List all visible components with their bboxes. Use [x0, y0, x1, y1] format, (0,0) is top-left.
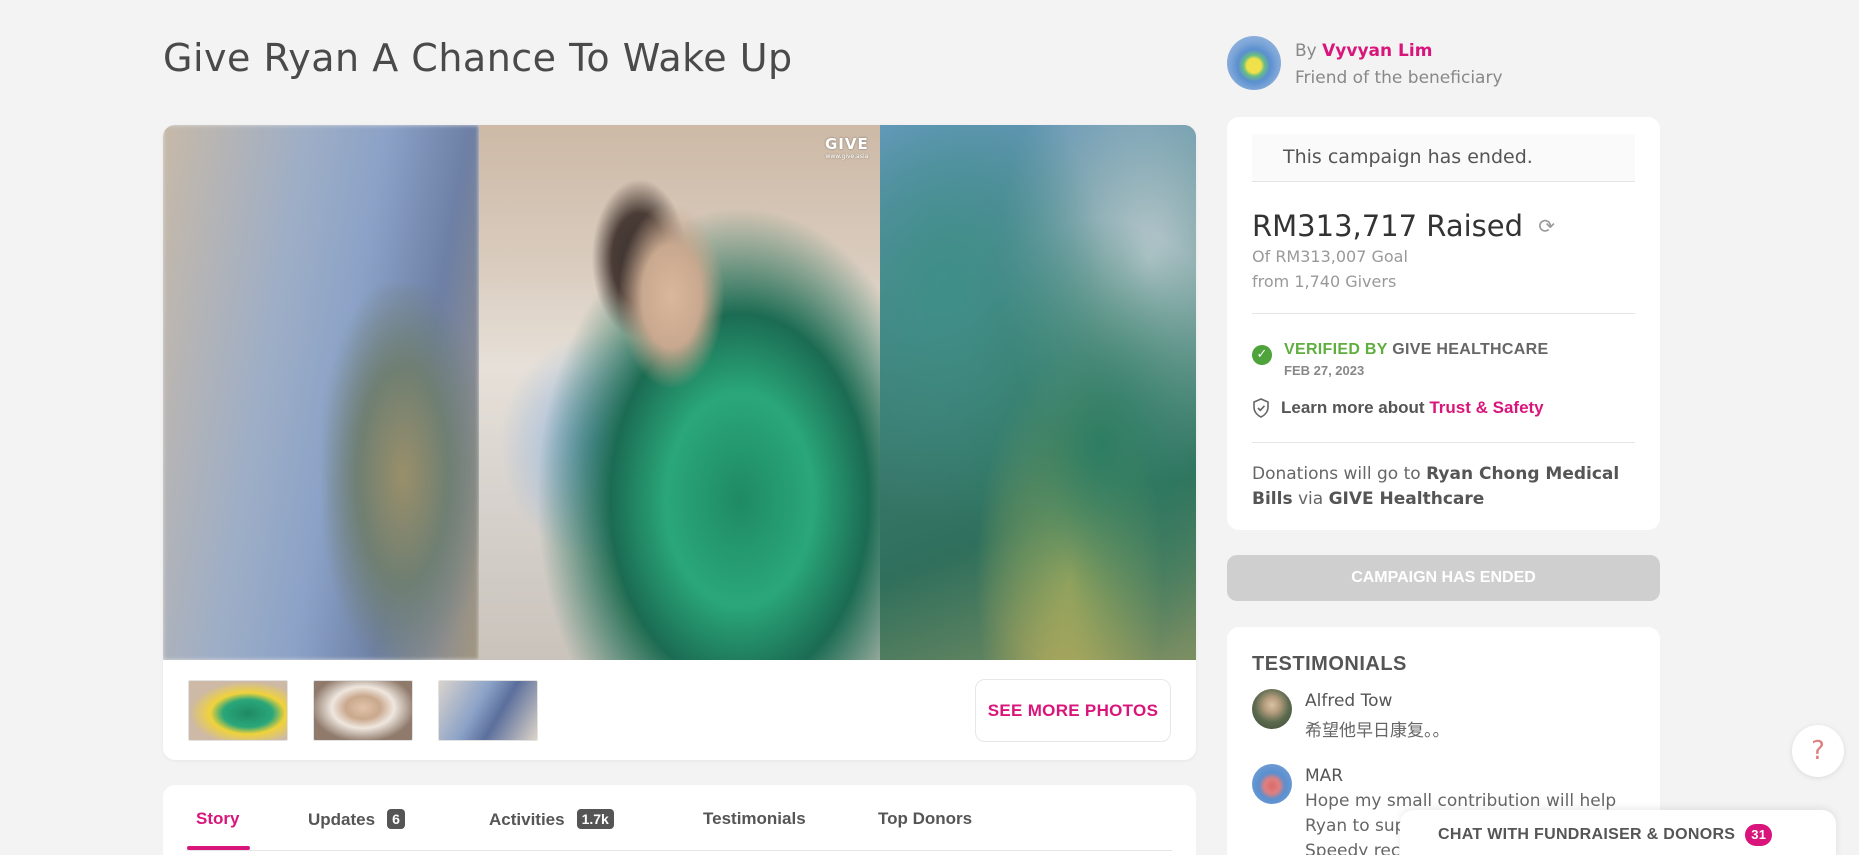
see-more-photos-button[interactable]: SEE MORE PHOTOS	[975, 679, 1171, 742]
organizer-avatar[interactable]	[1227, 36, 1281, 90]
page-title: Give Ryan A Chance To Wake Up	[163, 36, 793, 80]
testimonial-author: Alfred Tow	[1305, 691, 1393, 711]
testimonial-message: Speedy reco	[1305, 841, 1411, 855]
avatar	[1252, 689, 1292, 729]
verified-by-label: VERIFIED BY	[1284, 341, 1388, 358]
shield-icon	[1252, 398, 1272, 420]
chat-count-badge: 31	[1745, 824, 1773, 846]
thumbnail-photo-3[interactable]	[438, 680, 538, 741]
give-watermark: GIVE www.give.asia	[825, 135, 869, 160]
active-tab-indicator	[187, 846, 250, 850]
tab-updates-label: Updates	[308, 810, 376, 829]
updates-count-badge: 6	[387, 809, 405, 829]
content-tabs: Story Updates 6 Activities 1.7k Testimonia…	[163, 785, 1196, 855]
verified-org: GIVE HEALTHCARE	[1392, 341, 1549, 358]
thumbnail-photo-1[interactable]	[188, 680, 288, 741]
tab-top-donors[interactable]: Top Donors	[878, 809, 972, 829]
photo-gallery: GIVE www.give.asia SEE MORE PHOTOS	[163, 125, 1196, 760]
tab-story[interactable]: Story	[196, 809, 239, 829]
testimonial-message: Hope my small contribution will help	[1305, 791, 1617, 811]
help-button[interactable]: ?	[1792, 725, 1844, 777]
thumbnail-strip	[188, 680, 538, 741]
tab-divider	[187, 850, 1172, 851]
activities-count-badge: 1.7k	[576, 809, 614, 829]
thumbnail-photo-2[interactable]	[313, 680, 413, 741]
previous-photo-blurred[interactable]	[163, 125, 483, 660]
tab-testimonials[interactable]: Testimonials	[703, 809, 806, 829]
verified-badge: VERIFIED BY GIVE HEALTHCARE	[1284, 341, 1548, 359]
next-photo-blurred[interactable]	[880, 125, 1196, 660]
campaign-status-card: This campaign has ended. RM313,717 Raise…	[1227, 117, 1660, 530]
chat-with-fundraiser-button[interactable]: CHAT WITH FUNDRAISER & DONORS 31	[1400, 810, 1836, 855]
divider	[1252, 313, 1635, 314]
donations-prefix: Donations will go to	[1252, 464, 1421, 484]
tab-testimonials-label: Testimonials	[703, 809, 806, 828]
trust-safety-line: Learn more about Trust & Safety	[1281, 398, 1544, 418]
organizer-byline: By Vyvyan Lim	[1295, 41, 1432, 61]
tab-activities-label: Activities	[489, 810, 565, 829]
recurring-icon: ⟳	[1538, 214, 1555, 238]
avatar	[1252, 764, 1292, 804]
check-circle-icon: ✓	[1252, 345, 1272, 365]
donations-via: via	[1297, 489, 1324, 509]
tab-activities[interactable]: Activities 1.7k	[489, 809, 614, 830]
photo-carousel[interactable]: GIVE www.give.asia	[163, 125, 1196, 660]
testimonial-message: 希望他早日康复。。	[1305, 721, 1450, 741]
verified-date: FEB 27, 2023	[1284, 363, 1365, 378]
campaign-ended-button[interactable]: CAMPAIGN HAS ENDED	[1227, 555, 1660, 601]
campaign-ended-banner: This campaign has ended.	[1252, 134, 1635, 182]
testimonial-message: Ryan to sup	[1305, 816, 1406, 836]
testimonials-title: TESTIMONIALS	[1252, 653, 1407, 675]
amount-raised-text: RM313,717 Raised	[1252, 209, 1524, 243]
goal-amount: Of RM313,007 Goal	[1252, 247, 1408, 266]
organizer-role: Friend of the beneficiary	[1295, 68, 1503, 88]
donation-recipient: Donations will go to Ryan Chong Medical …	[1252, 462, 1635, 512]
tab-top-donors-label: Top Donors	[878, 809, 973, 828]
chat-label: CHAT WITH FUNDRAISER & DONORS	[1438, 826, 1736, 843]
organizer-name-link[interactable]: Vyvyan Lim	[1322, 41, 1432, 61]
main-photo[interactable]: GIVE www.give.asia	[479, 125, 880, 660]
tab-story-label: Story	[196, 809, 240, 828]
givers-count: from 1,740 Givers	[1252, 272, 1397, 291]
tab-updates[interactable]: Updates 6	[308, 809, 405, 830]
by-label: By	[1295, 41, 1317, 61]
donations-org: GIVE Healthcare	[1328, 489, 1485, 509]
trust-prefix: Learn more about	[1281, 398, 1425, 417]
testimonial-author: MAR	[1305, 766, 1344, 786]
divider	[1252, 442, 1635, 443]
amount-raised: RM313,717 Raised ⟳	[1252, 209, 1555, 243]
trust-safety-link[interactable]: Trust & Safety	[1429, 398, 1543, 417]
